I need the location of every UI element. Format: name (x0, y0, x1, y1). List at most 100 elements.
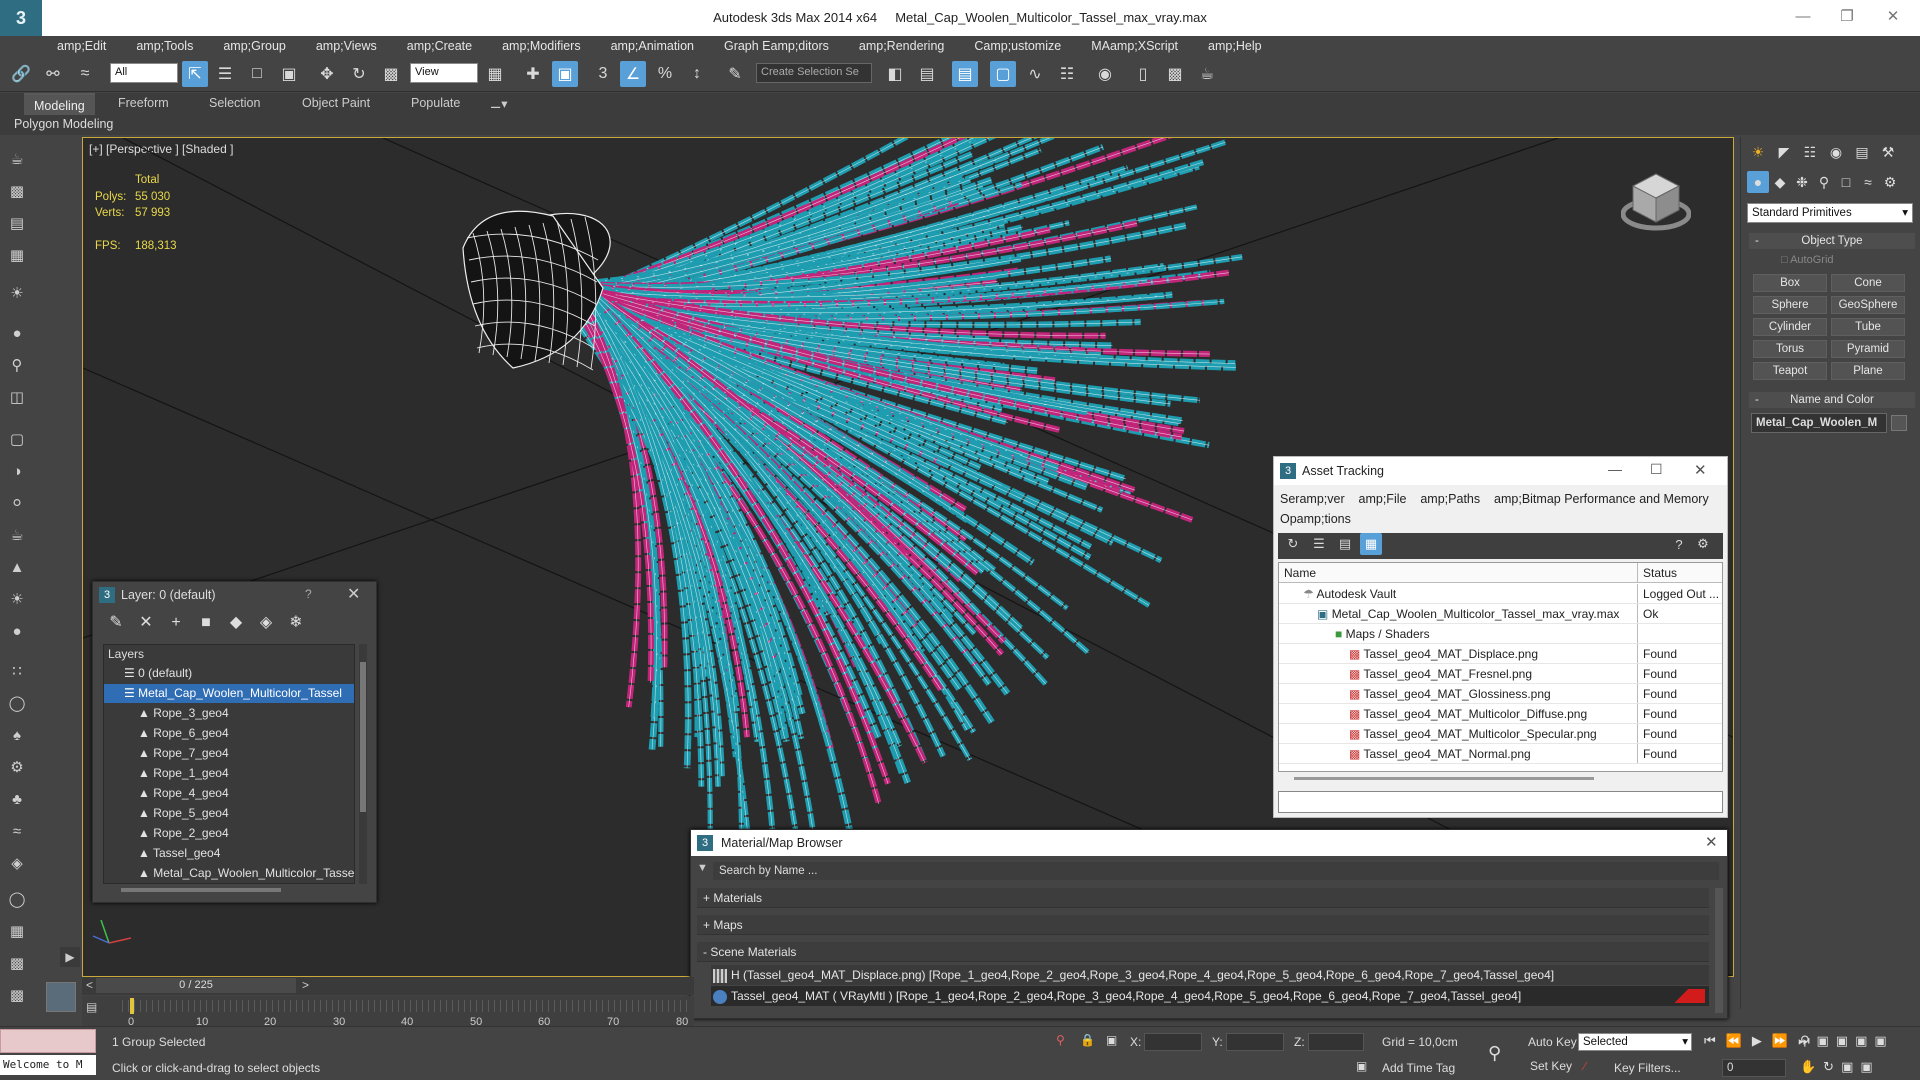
cone-button[interactable]: Cone (1831, 274, 1905, 292)
asset-row[interactable]: ▩ Tassel_geo4_MAT_Displace.png Found (1279, 644, 1722, 664)
render-icon[interactable]: ▩ (5, 180, 29, 204)
refresh-icon[interactable]: ↻ (1282, 533, 1304, 555)
navigation-controls-top[interactable]: ⚲▣▣▣▣ (1800, 1033, 1894, 1049)
asset-menu-options[interactable]: Opamp;tions (1280, 512, 1351, 526)
object-color-swatch[interactable] (1891, 415, 1907, 431)
curve-editor-icon[interactable]: ∿ (1022, 61, 1048, 87)
col-status[interactable]: Status (1643, 563, 1677, 583)
spacewarps-icon[interactable]: ≈ (1857, 171, 1879, 193)
layer-scrollbar[interactable] (359, 644, 367, 884)
restore-button[interactable]: ❐ (1830, 6, 1864, 28)
navigation-controls-bottom[interactable]: ✋↻▣▣ (1800, 1059, 1880, 1075)
rotate-icon[interactable]: ↻ (346, 61, 372, 87)
layer-hscrollbar[interactable] (121, 888, 281, 892)
absolute-mode-icon[interactable]: ▣ (1106, 1033, 1117, 1047)
time-prev-icon[interactable]: < (86, 978, 93, 992)
layer-row[interactable]: ☰ 0 (default) (104, 664, 354, 683)
section-scene-materials[interactable]: - Scene Materials (697, 942, 1709, 962)
maximize-icon[interactable]: ☐ (1650, 461, 1663, 478)
asset-menu-server[interactable]: Seramp;ver (1280, 492, 1345, 506)
isolate-icon[interactable]: ⚲ (1056, 1033, 1065, 1047)
hide-all-icon[interactable]: ◈ (255, 612, 277, 634)
object-type-rollout[interactable]: - Object Type (1749, 233, 1915, 249)
create-tab-icon[interactable]: ☀ (1747, 141, 1769, 163)
z-coordinate-field[interactable] (1308, 1033, 1364, 1051)
motion-tab-icon[interactable]: ◉ (1825, 141, 1847, 163)
asset-row[interactable]: ■ Maps / Shaders (1279, 624, 1722, 644)
menu-customize[interactable]: Camp;ustomize (959, 39, 1076, 53)
close-icon[interactable]: ✕ (347, 584, 360, 604)
default-in-out-tangent-icon[interactable]: ∕ (1584, 1059, 1586, 1073)
select-objects-icon[interactable]: ■ (195, 612, 217, 634)
spinner-snap-icon[interactable]: ↕ (684, 61, 710, 87)
primitive-category-dropdown[interactable]: Standard Primitives ▾ (1747, 203, 1913, 223)
sphere-icon[interactable]: ⚪ (5, 492, 29, 516)
y-coordinate-field[interactable] (1226, 1033, 1284, 1051)
layer-object-row[interactable]: ▲ Rope_3_geo4 (104, 704, 354, 723)
lights-icon[interactable]: ❉ (1791, 171, 1813, 193)
asset-tracking-window[interactable]: Asset Tracking 3 — ☐ ✕ Seramp;ver amp;Fi… (1273, 456, 1728, 818)
set-key-button[interactable]: Set Key (1530, 1059, 1572, 1073)
menu-tools[interactable]: amp;Tools (121, 39, 208, 53)
sun-icon[interactable]: ☀ (5, 588, 29, 612)
camera-icon[interactable]: ● (5, 322, 29, 346)
pin-icon[interactable]: ⚙ (1692, 533, 1714, 555)
keyboard-shortcut-override-icon[interactable]: ▣ (552, 61, 578, 87)
layer-object-row[interactable]: ▲ Rope_4_geo4 (104, 784, 354, 803)
menu-help[interactable]: amp;Help (1193, 39, 1277, 53)
pyramid-button[interactable]: Pyramid (1831, 340, 1905, 358)
systems-icon[interactable]: ⚙ (1879, 171, 1901, 193)
layer-window-title[interactable]: Layer: 0 (default) (93, 582, 376, 608)
list-view-icon[interactable]: ☰ (1308, 533, 1330, 555)
document-icon[interactable]: ▤ (5, 212, 29, 236)
close-icon[interactable]: ✕ (1705, 833, 1718, 851)
minimize-icon[interactable]: — (1608, 461, 1622, 477)
biped-icon[interactable]: ♠ (5, 724, 29, 748)
autogrid-checkbox[interactable]: □ AutoGrid (1781, 254, 1834, 266)
section-materials[interactable]: + Materials (697, 888, 1709, 908)
scene-material-row[interactable]: H (Tassel_geo4_MAT_Displace.png) [Rope_1… (711, 965, 1709, 985)
teapot-icon[interactable]: ☕ (5, 148, 29, 172)
geometry-icon[interactable]: ● (1747, 171, 1769, 193)
torus-button[interactable]: Torus (1753, 340, 1827, 358)
menu-create[interactable]: amp;Create (392, 39, 487, 53)
tassel-model[interactable] (555, 138, 1243, 878)
modify-tab-icon[interactable]: ◤ (1773, 141, 1795, 163)
globe-icon[interactable]: ◯ (5, 888, 29, 912)
helpers-icon[interactable]: □ (1835, 171, 1857, 193)
plant-icon[interactable]: ♣ (5, 788, 29, 812)
freeze-all-icon[interactable]: ❄ (285, 612, 307, 634)
rendered-frame-window-icon[interactable]: ▩ (1162, 61, 1188, 87)
graphite-ribbon-icon[interactable]: ▢ (990, 61, 1016, 87)
polygon-modeling-panel[interactable]: Polygon Modeling (14, 117, 113, 131)
asset-menu-bitmap[interactable]: amp;Bitmap Performance and Memory (1494, 492, 1709, 506)
dope-sheet-icon[interactable]: ▩ (5, 952, 29, 976)
menu-edit[interactable]: amp;Edit (42, 39, 121, 53)
asset-menu-paths[interactable]: amp;Paths (1420, 492, 1480, 506)
bucket-icon[interactable]: ▩ (5, 984, 29, 1008)
pivot-center-icon[interactable]: ▦ (482, 61, 508, 87)
edit-named-selection-icon[interactable]: ✎ (722, 61, 748, 87)
render-setup-icon[interactable]: ▯ (1130, 61, 1156, 87)
teapot-button[interactable]: Teapot (1753, 362, 1827, 380)
utilities-tab-icon[interactable]: ⚒ (1877, 141, 1899, 163)
align-icon[interactable]: ▤ (914, 61, 940, 87)
plane-button[interactable]: Plane (1831, 362, 1905, 380)
named-selection-dropdown[interactable]: Create Selection Se (756, 63, 872, 83)
table-view-icon[interactable]: ▦ (1360, 533, 1382, 555)
link-icon[interactable]: 🔗 (8, 61, 34, 87)
snaps-toggle-icon[interactable]: 3 (590, 61, 616, 87)
menu-rendering[interactable]: amp;Rendering (844, 39, 959, 53)
scale-icon[interactable]: ▩ (378, 61, 404, 87)
layer-object-row[interactable]: ▲ Rope_2_geo4 (104, 824, 354, 843)
window-crossing-icon[interactable]: ▣ (276, 61, 302, 87)
select-object-icon[interactable]: ⇱ (182, 61, 208, 87)
close-button[interactable]: ✕ (1876, 6, 1910, 28)
asset-path-field[interactable] (1278, 791, 1723, 813)
key-filters-button[interactable]: Key Filters... (1614, 1061, 1681, 1075)
selection-filter-dropdown[interactable]: All (110, 63, 178, 83)
menu-views[interactable]: amp;Views (301, 39, 392, 53)
time-slider[interactable]: < 0 / 225 > (82, 977, 694, 995)
move-icon[interactable]: ✥ (314, 61, 340, 87)
scene-material-row[interactable]: Tassel_geo4_MAT ( VRayMtl ) [Rope_1_geo4… (711, 986, 1709, 1006)
